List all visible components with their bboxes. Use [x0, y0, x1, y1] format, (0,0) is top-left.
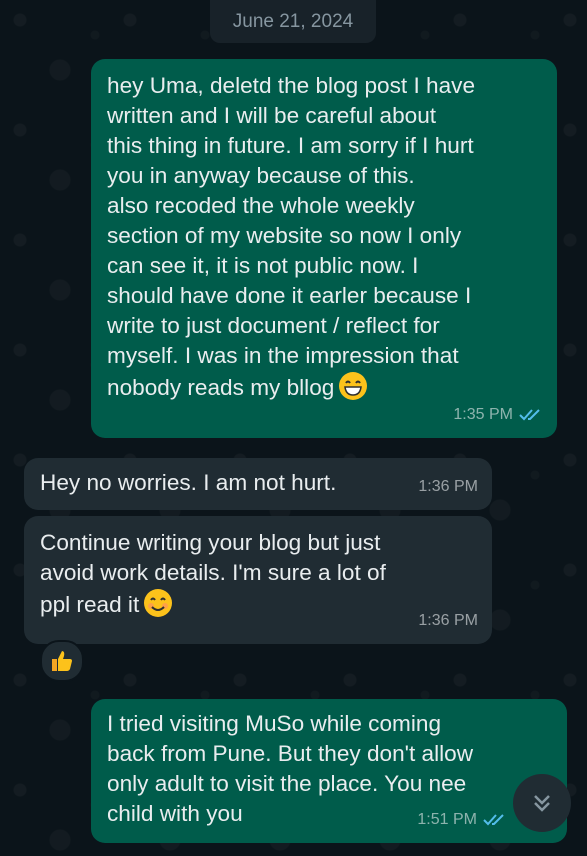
message-meta: 1:36 PM — [418, 472, 478, 502]
read-ticks-icon — [483, 814, 504, 826]
message-time: 1:51 PM — [417, 811, 477, 828]
date-chip-label: June 21, 2024 — [232, 10, 354, 32]
grinning-face-emoji — [339, 372, 368, 400]
scroll-to-bottom-button[interactable] — [513, 774, 571, 832]
message-incoming-2[interactable]: Continue writing your blog but just avoi… — [24, 516, 492, 644]
chat-thread[interactable]: June 21, 2024 hey Uma, deletd the blog p… — [0, 0, 587, 856]
thumbs-up-emoji — [52, 651, 72, 671]
message-meta: 1:36 PM — [418, 606, 478, 636]
message-outgoing-1[interactable]: hey Uma, deletd the blog post I have wri… — [91, 59, 557, 438]
smiling-face-emoji — [144, 589, 173, 617]
message-reaction[interactable] — [40, 640, 84, 682]
message-meta: 1:51 PM — [417, 805, 507, 835]
read-ticks-icon — [519, 409, 540, 421]
message-time: 1:35 PM — [453, 406, 513, 423]
message-text: Hey no worries. I am not hurt. — [40, 470, 337, 495]
message-text: hey Uma, deletd the blog post I have wri… — [107, 73, 476, 400]
date-chip: June 21, 2024 — [210, 0, 376, 43]
message-time: 1:36 PM — [418, 478, 478, 495]
double-chevron-down-icon — [534, 795, 550, 812]
message-text: Continue writing your blog but just avoi… — [40, 530, 386, 617]
message-time: 1:36 PM — [418, 612, 478, 629]
message-outgoing-2[interactable]: I tried visiting MuSo while coming back … — [91, 699, 567, 843]
message-meta: 1:35 PM — [453, 400, 543, 430]
message-incoming-1[interactable]: Hey no worries. I am not hurt. 1:36 PM — [24, 458, 492, 510]
